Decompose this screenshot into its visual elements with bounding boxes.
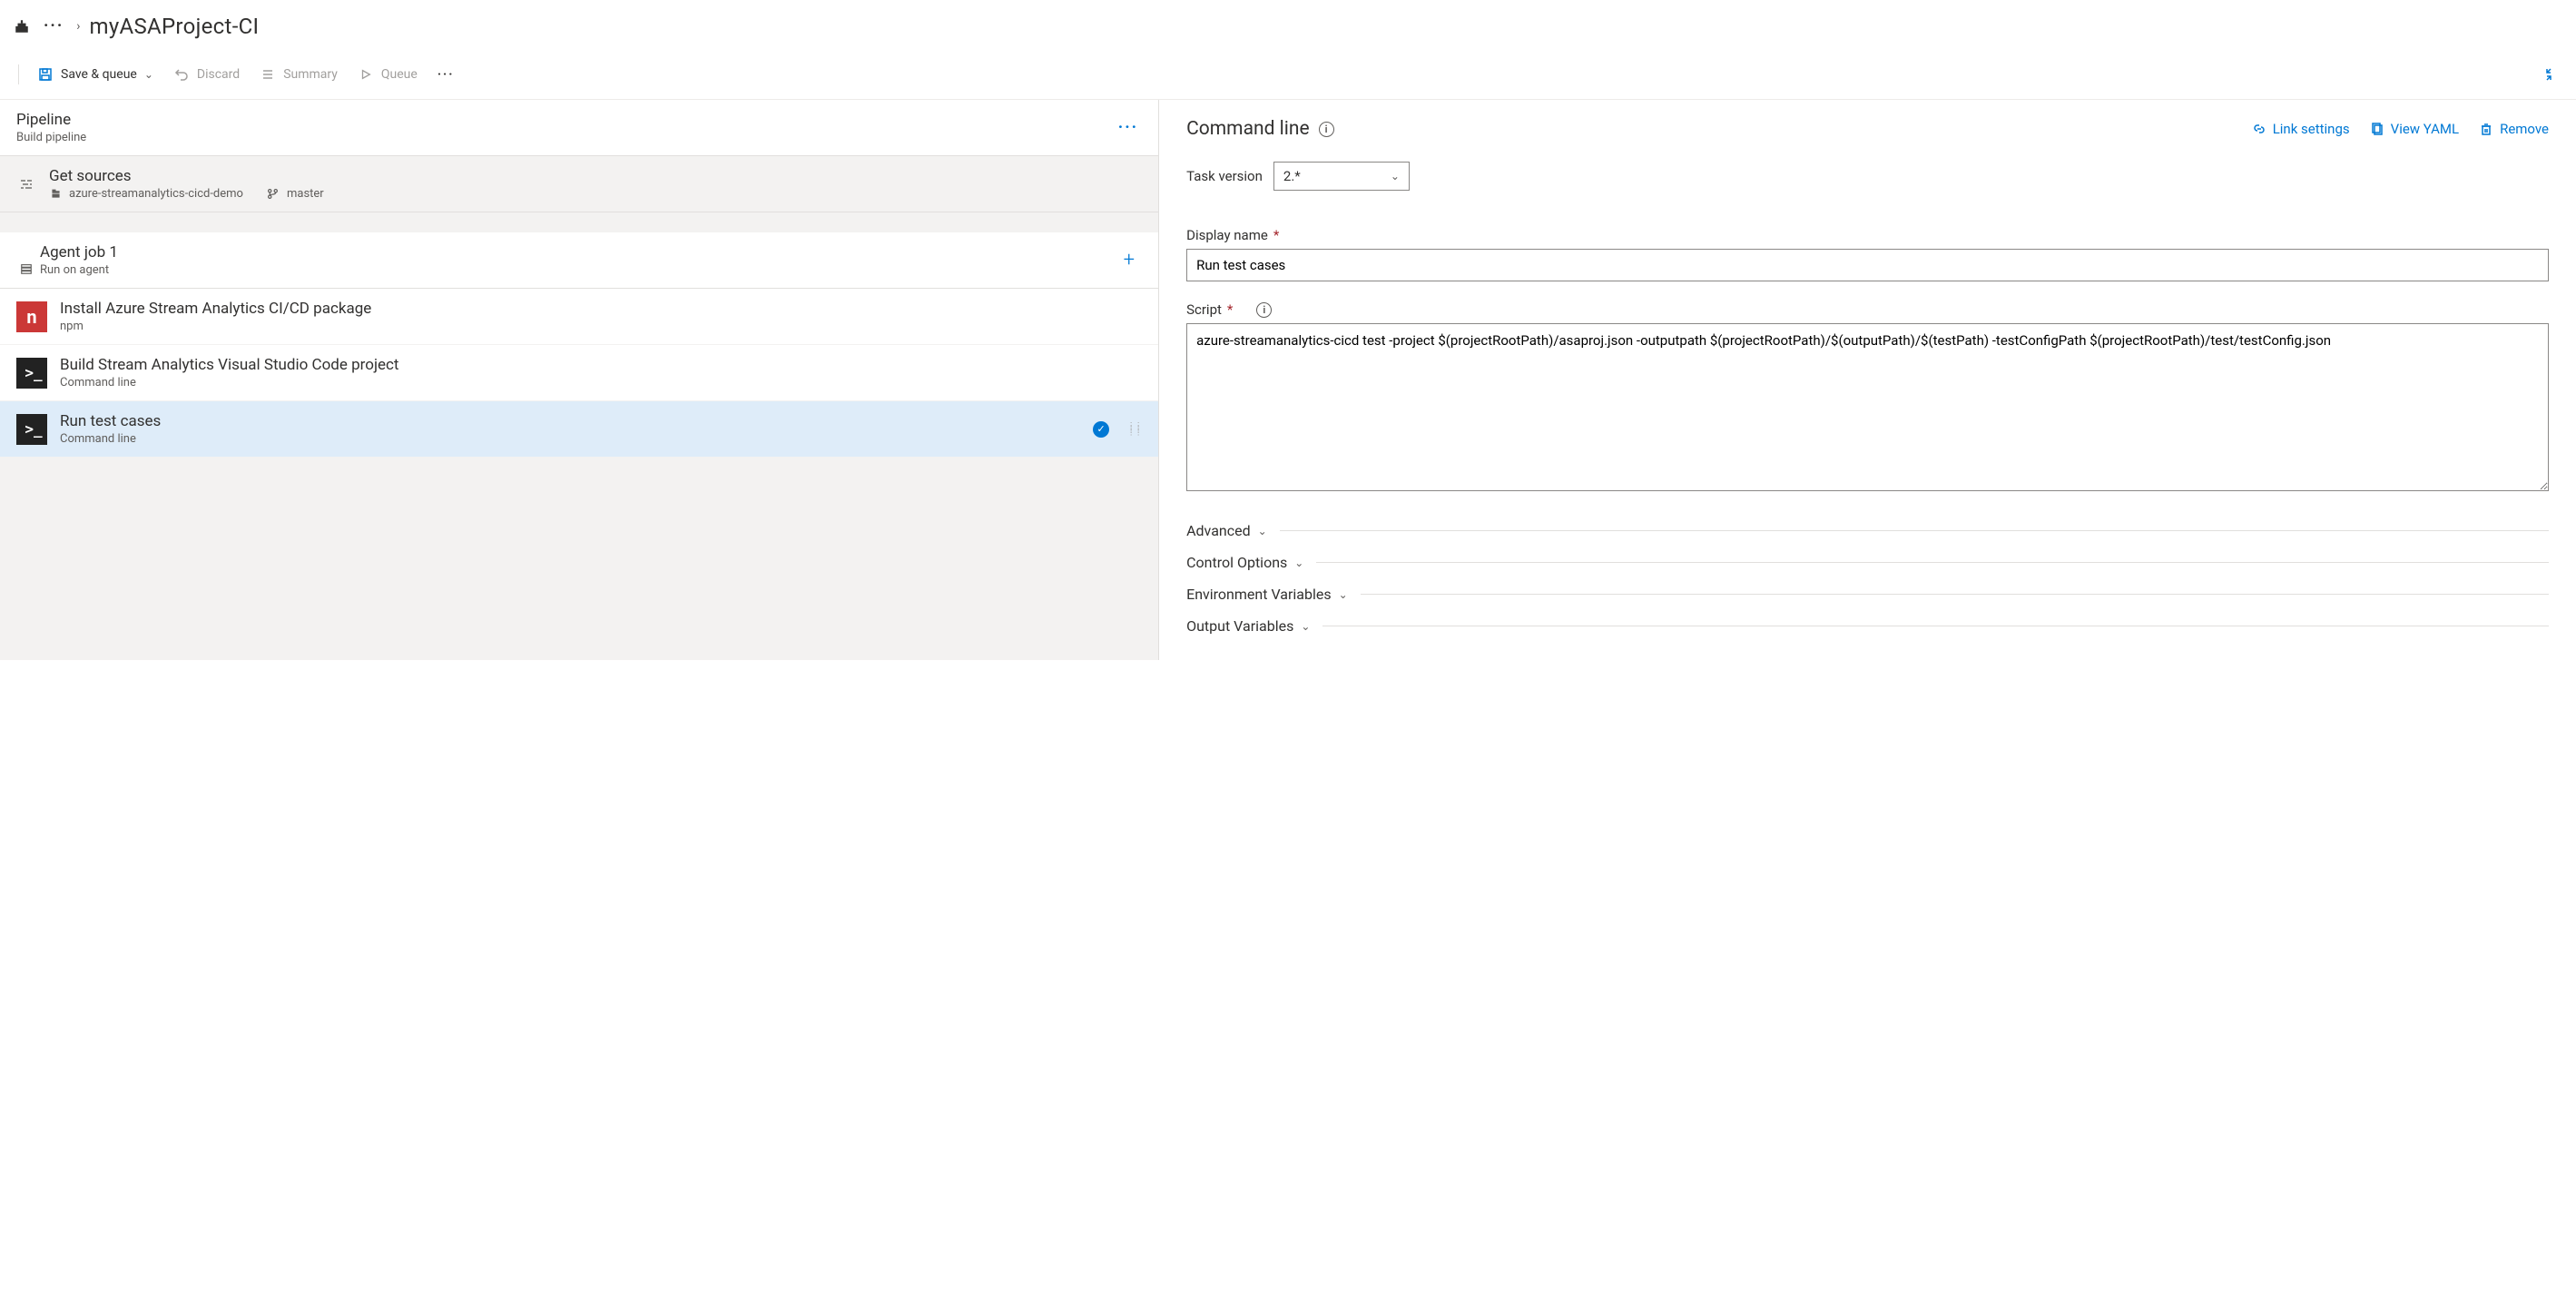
task-row[interactable]: >_ Run test cases Command line ✓ ⋮⋮⋮⋮⋮⋮: [0, 401, 1158, 458]
control-options-label: Control Options: [1186, 554, 1287, 571]
output-vars-section[interactable]: Output Variables ⌄: [1186, 610, 2549, 642]
terminal-icon: >_: [16, 414, 47, 445]
save-icon: [37, 66, 54, 83]
terminal-icon: >_: [16, 358, 47, 389]
divider: [1361, 594, 2549, 595]
summary-label: Summary: [283, 67, 338, 82]
required-marker: *: [1227, 301, 1233, 318]
chevron-down-icon: ⌄: [1294, 557, 1303, 569]
output-vars-label: Output Variables: [1186, 617, 1293, 635]
drag-handle-icon[interactable]: ⋮⋮⋮⋮⋮⋮: [1127, 424, 1142, 435]
chevron-down-icon: ⌄: [1258, 525, 1267, 537]
task-version-label: Task version: [1186, 168, 1263, 184]
repo-icon: [49, 188, 62, 201]
yaml-icon: [2370, 122, 2384, 136]
discard-label: Discard: [197, 67, 240, 82]
summary-button[interactable]: Summary: [252, 61, 345, 88]
info-icon[interactable]: i: [1256, 302, 1272, 318]
remove-button[interactable]: Remove: [2479, 121, 2549, 137]
env-vars-label: Environment Variables: [1186, 586, 1332, 603]
required-marker: *: [1273, 227, 1279, 243]
breadcrumb: ··· › myASAProject-CI: [0, 0, 2576, 61]
breadcrumb-overflow[interactable]: ···: [40, 13, 67, 39]
sources-icon: [16, 177, 36, 192]
trash-icon: [2479, 122, 2493, 136]
display-name-input[interactable]: [1186, 249, 2549, 281]
task-title: Build Stream Analytics Visual Studio Cod…: [60, 356, 1142, 374]
task-title: Run test cases: [60, 412, 1080, 430]
script-label: Script: [1186, 301, 1222, 318]
task-detail-panel: Command line i Link settings View YAML: [1159, 100, 2576, 660]
advanced-label: Advanced: [1186, 522, 1251, 539]
task-row[interactable]: >_ Build Stream Analytics Visual Studio …: [0, 345, 1158, 401]
task-row[interactable]: n Install Azure Stream Analytics CI/CD p…: [0, 289, 1158, 345]
queue-button[interactable]: Queue: [350, 61, 425, 88]
pipeline-tree: Pipeline Build pipeline ··· Get sources …: [0, 100, 1159, 660]
discard-button[interactable]: Discard: [166, 61, 247, 88]
undo-icon: [173, 66, 190, 83]
play-icon: [358, 66, 374, 83]
task-subtitle: npm: [60, 320, 1142, 333]
save-and-queue-button[interactable]: Save & queue ⌄: [30, 61, 161, 88]
display-name-label: Display name: [1186, 227, 1268, 243]
agent-job-row[interactable]: Agent job 1 Run on agent +: [0, 232, 1158, 289]
branch-name: master: [287, 187, 324, 201]
divider: [1316, 562, 2549, 563]
link-settings-label: Link settings: [2273, 121, 2350, 137]
page-title: myASAProject-CI: [90, 14, 260, 39]
pipeline-menu-button[interactable]: ···: [1115, 114, 1142, 141]
toolbar: Save & queue ⌄ Discard Summary Queue ···: [0, 61, 2576, 100]
pipeline-title: Pipeline: [16, 111, 1102, 129]
repo-name: azure-streamanalytics-cicd-demo: [69, 187, 243, 201]
agent-job-title: Agent job 1: [40, 243, 1104, 261]
toolbar-overflow[interactable]: ···: [430, 62, 462, 87]
link-icon: [2252, 122, 2266, 136]
remove-label: Remove: [2500, 121, 2549, 137]
chevron-down-icon: ⌄: [1391, 170, 1400, 182]
task-subtitle: Command line: [60, 376, 1142, 389]
chevron-down-icon: ⌄: [1339, 588, 1348, 601]
link-settings-button[interactable]: Link settings: [2252, 121, 2350, 137]
separator: [18, 64, 19, 84]
chevron-down-icon: ⌄: [144, 68, 153, 81]
get-sources-row[interactable]: Get sources azure-streamanalytics-cicd-d…: [0, 156, 1158, 212]
task-version-select[interactable]: 2.* ⌄: [1273, 162, 1410, 191]
server-icon: [16, 262, 36, 275]
npm-icon: n: [16, 301, 47, 332]
project-icon: [13, 17, 31, 35]
save-and-queue-label: Save & queue: [61, 67, 137, 82]
pipeline-header[interactable]: Pipeline Build pipeline ···: [0, 100, 1158, 156]
collapse-panel-button[interactable]: [2534, 62, 2563, 87]
branch-icon: [267, 188, 280, 201]
task-title: Install Azure Stream Analytics CI/CD pac…: [60, 300, 1142, 318]
env-vars-section[interactable]: Environment Variables ⌄: [1186, 578, 2549, 610]
task-version-value: 2.*: [1283, 168, 1301, 184]
queue-label: Queue: [381, 67, 418, 82]
info-icon[interactable]: i: [1319, 122, 1334, 137]
detail-title: Command line: [1186, 118, 1310, 140]
task-subtitle: Command line: [60, 432, 1080, 446]
add-task-button[interactable]: +: [1116, 247, 1142, 273]
pipeline-subtitle: Build pipeline: [16, 131, 1102, 144]
chevron-right-icon: ›: [76, 19, 80, 34]
view-yaml-label: View YAML: [2391, 121, 2459, 137]
advanced-section[interactable]: Advanced ⌄: [1186, 515, 2549, 547]
check-icon: ✓: [1093, 421, 1109, 438]
view-yaml-button[interactable]: View YAML: [2370, 121, 2459, 137]
list-icon: [260, 66, 276, 83]
control-options-section[interactable]: Control Options ⌄: [1186, 547, 2549, 578]
agent-job-subtitle: Run on agent: [40, 263, 1104, 277]
get-sources-title: Get sources: [49, 167, 1142, 185]
chevron-down-icon: ⌄: [1301, 620, 1310, 633]
script-textarea[interactable]: [1186, 323, 2549, 491]
divider: [1280, 530, 2549, 531]
